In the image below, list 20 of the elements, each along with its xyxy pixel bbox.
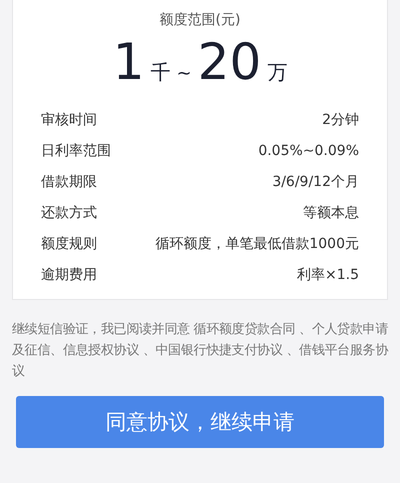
detail-label: 审核时间 [41,111,97,130]
detail-label: 还款方式 [41,204,97,223]
agreement-text: 继续短信验证，我已阅读并同意 循环额度贷款合同 、个人贷款申请及征信、信息授权协议 、中国银行快捷支付协议 、借钱平台服务协议 [12,321,388,381]
detail-value: 2分钟 [322,111,359,130]
detail-value: 0.05%~0.09% [258,142,359,161]
detail-label: 日利率范围 [41,142,111,161]
detail-value: 利率×1.5 [297,266,359,285]
max-amount: 20 [198,37,262,87]
max-unit: 万 [267,59,288,86]
detail-label: 逾期费用 [41,266,97,285]
agree-continue-button[interactable]: 同意协议，继续申请 [16,396,384,448]
detail-value: 3/6/9/12个月 [272,173,359,192]
range-separator: ~ [176,62,192,86]
detail-label: 借款期限 [41,173,97,192]
detail-value: 循环额度，单笔最低借款1000元 [155,235,359,254]
min-unit: 千 [150,59,171,86]
min-amount: 1 [112,37,145,87]
detail-value: 等额本息 [303,204,359,223]
quota-range-label: 额度范围(元) [158,11,242,30]
detail-label: 额度规则 [41,235,97,254]
